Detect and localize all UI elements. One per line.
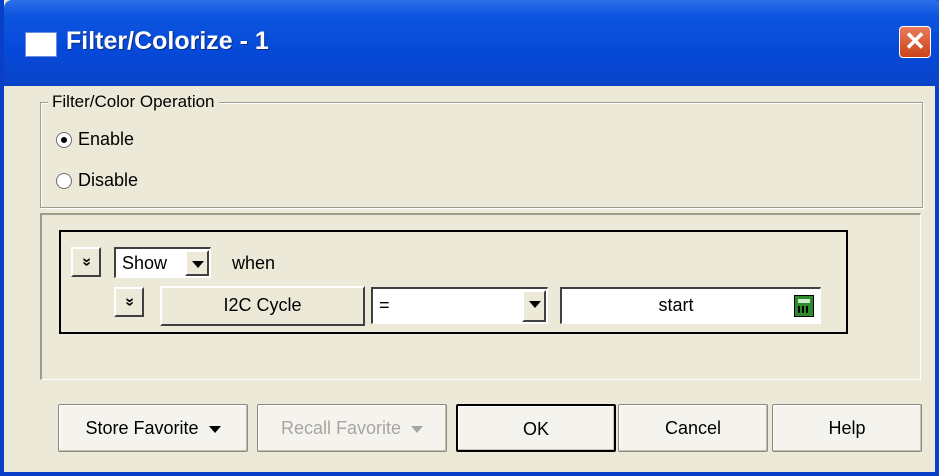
operation-group [40, 102, 923, 208]
operator-dropdown-arrow[interactable] [522, 290, 546, 322]
filter-colorize-dialog: Filter/Colorize - 1 ✕ Filter/Color Opera… [0, 0, 939, 476]
action-select[interactable]: Show [114, 247, 211, 278]
store-favorite-label: Store Favorite [85, 418, 199, 438]
recall-favorite-label: Recall Favorite [280, 418, 402, 438]
cancel-button[interactable]: Cancel [618, 404, 768, 452]
help-button[interactable]: Help [772, 404, 922, 452]
dropdown-arrow-icon [208, 425, 221, 433]
when-label: when [232, 253, 276, 273]
value-input-text: start [658, 295, 694, 315]
ok-button[interactable]: OK [456, 404, 616, 452]
enable-radio[interactable] [56, 132, 72, 148]
window-icon [26, 33, 56, 56]
disable-label[interactable]: Disable [78, 170, 138, 191]
expand-group-button[interactable]: » [71, 247, 101, 277]
operation-group-legend: Filter/Color Operation [48, 92, 219, 112]
dropdown-arrow-icon [411, 425, 424, 433]
chevron-down-icon: » [78, 257, 95, 267]
enable-label[interactable]: Enable [78, 129, 134, 150]
recall-favorite-button: Recall Favorite [257, 404, 447, 452]
expand-condition-button[interactable]: » [114, 287, 144, 317]
value-input[interactable]: start [560, 287, 821, 324]
store-favorite-button[interactable]: Store Favorite [58, 404, 248, 452]
operator-select-value: = [379, 295, 390, 315]
action-dropdown-arrow[interactable] [185, 250, 209, 276]
window-title: Filter/Colorize - 1 [66, 27, 269, 55]
field-button[interactable]: I2C Cycle [160, 286, 365, 326]
action-select-value: Show [122, 253, 168, 273]
chevron-down-icon: » [121, 297, 138, 307]
calculator-icon[interactable] [794, 295, 814, 317]
disable-radio[interactable] [56, 173, 72, 189]
title-bar[interactable]: Filter/Colorize - 1 ✕ [4, 0, 939, 86]
close-button[interactable]: ✕ [899, 26, 931, 58]
operator-select[interactable]: = [371, 287, 548, 324]
